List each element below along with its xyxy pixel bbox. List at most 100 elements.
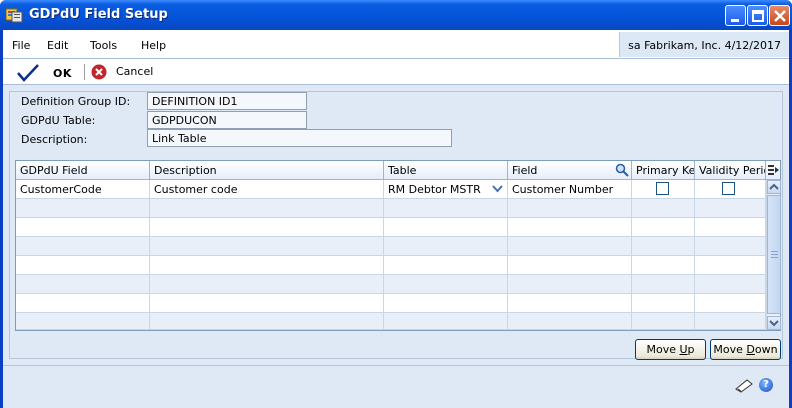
table-row[interactable]: [16, 199, 766, 218]
cell-table[interactable]: RM Debtor MSTR: [384, 180, 508, 199]
cell-primary-key: [632, 180, 695, 199]
col-field[interactable]: Field: [508, 161, 632, 180]
cell-empty[interactable]: [695, 256, 766, 275]
cell-empty[interactable]: [150, 256, 384, 275]
chevron-down-icon[interactable]: [492, 184, 503, 194]
cell-empty[interactable]: [384, 256, 508, 275]
cell-empty[interactable]: [695, 199, 766, 218]
cell-empty[interactable]: [632, 218, 695, 237]
table-row[interactable]: [16, 256, 766, 275]
primary-key-checkbox[interactable]: [656, 182, 669, 195]
menu-bar: File Edit Tools Help sa Fabrikam, Inc. 4…: [3, 30, 789, 59]
cell-empty[interactable]: [695, 218, 766, 237]
cell-empty[interactable]: [150, 275, 384, 294]
col-table[interactable]: Table: [384, 161, 508, 180]
move-up-button[interactable]: Move Up: [635, 339, 706, 360]
cancel-icon[interactable]: [91, 64, 107, 80]
cell-empty[interactable]: [16, 275, 150, 294]
cell-empty[interactable]: [150, 199, 384, 218]
cell-empty[interactable]: [508, 294, 632, 313]
cell-empty[interactable]: [632, 199, 695, 218]
cell-empty[interactable]: [508, 313, 632, 330]
cell-empty[interactable]: [695, 275, 766, 294]
expand-columns-icon[interactable]: [768, 164, 780, 177]
definition-group-field[interactable]: DEFINITION ID1: [147, 92, 307, 110]
grid-header: GDPdU Field Description Table Field Prim…: [16, 161, 780, 180]
vertical-scrollbar[interactable]: [766, 180, 781, 330]
cell-empty[interactable]: [508, 275, 632, 294]
move-up-label-pre: Move: [646, 343, 680, 356]
col-validity-period[interactable]: Validity Period: [695, 161, 766, 180]
gdpdu-table-field[interactable]: GDPDUCON: [147, 111, 307, 129]
validity-period-checkbox[interactable]: [722, 182, 735, 195]
gdpdu-table-label: GDPdU Table:: [21, 114, 96, 127]
cell-empty[interactable]: [695, 237, 766, 256]
status-footer: ?: [3, 365, 789, 408]
move-down-accelerator: D: [746, 343, 755, 356]
scroll-up-button[interactable]: [767, 180, 781, 194]
table-row[interactable]: CustomerCode Customer code RM Debtor MST…: [16, 180, 766, 199]
cell-empty[interactable]: [384, 275, 508, 294]
cell-empty[interactable]: [384, 313, 508, 330]
col-primary-key[interactable]: Primary Key: [632, 161, 695, 180]
cell-gdpdu-field[interactable]: CustomerCode: [16, 180, 150, 199]
maximize-icon: [752, 10, 764, 22]
cell-empty[interactable]: [16, 218, 150, 237]
toolbar-separator: [84, 64, 85, 80]
table-row[interactable]: [16, 237, 766, 256]
cell-field[interactable]: Customer Number: [508, 180, 632, 199]
scroll-thumb[interactable]: [767, 195, 781, 314]
cell-empty[interactable]: [384, 294, 508, 313]
menu-tools[interactable]: Tools: [90, 39, 117, 52]
minimize-button[interactable]: [725, 5, 746, 26]
cell-empty[interactable]: [632, 237, 695, 256]
menu-edit[interactable]: Edit: [47, 39, 68, 52]
cell-empty[interactable]: [16, 256, 150, 275]
cancel-button[interactable]: Cancel: [116, 65, 153, 78]
app-icon: [6, 8, 23, 23]
note-icon[interactable]: [735, 379, 753, 393]
lookup-icon[interactable]: [615, 163, 629, 177]
menu-file[interactable]: File: [12, 39, 30, 52]
cell-empty[interactable]: [384, 237, 508, 256]
scroll-down-button[interactable]: [767, 316, 781, 330]
move-up-accelerator: U: [679, 343, 688, 356]
cell-empty[interactable]: [632, 275, 695, 294]
cell-empty[interactable]: [508, 199, 632, 218]
col-description[interactable]: Description: [150, 161, 384, 180]
description-field[interactable]: Link Table: [147, 129, 452, 147]
cell-empty[interactable]: [16, 237, 150, 256]
cell-empty[interactable]: [150, 313, 384, 330]
maximize-button[interactable]: [747, 5, 768, 26]
cell-empty[interactable]: [695, 294, 766, 313]
table-row[interactable]: [16, 218, 766, 237]
cell-empty[interactable]: [150, 294, 384, 313]
table-row[interactable]: [16, 294, 766, 313]
user-company-date[interactable]: sa Fabrikam, Inc. 4/12/2017: [619, 32, 789, 57]
cell-empty[interactable]: [150, 237, 384, 256]
cell-empty[interactable]: [16, 294, 150, 313]
cell-empty[interactable]: [632, 256, 695, 275]
cell-empty[interactable]: [508, 237, 632, 256]
cell-empty[interactable]: [508, 256, 632, 275]
chevron-up-icon: [769, 183, 779, 190]
cell-empty[interactable]: [632, 294, 695, 313]
cell-empty[interactable]: [150, 218, 384, 237]
help-icon[interactable]: ?: [759, 378, 773, 392]
move-down-button[interactable]: Move Down: [710, 339, 781, 360]
cell-description[interactable]: Customer code: [150, 180, 384, 199]
cell-empty[interactable]: [695, 313, 766, 330]
cell-empty[interactable]: [16, 199, 150, 218]
close-window-button[interactable]: [769, 5, 790, 26]
col-gdpdu-field[interactable]: GDPdU Field: [16, 161, 150, 180]
cell-empty[interactable]: [508, 218, 632, 237]
menu-help[interactable]: Help: [141, 39, 166, 52]
ok-button[interactable]: OK: [7, 61, 77, 83]
table-row[interactable]: [16, 275, 766, 294]
cell-empty[interactable]: [384, 218, 508, 237]
cell-empty[interactable]: [16, 313, 150, 330]
cell-empty[interactable]: [384, 199, 508, 218]
table-row[interactable]: [16, 313, 766, 330]
title-bar[interactable]: GDPdU Field Setup: [0, 0, 792, 30]
cell-empty[interactable]: [632, 313, 695, 330]
